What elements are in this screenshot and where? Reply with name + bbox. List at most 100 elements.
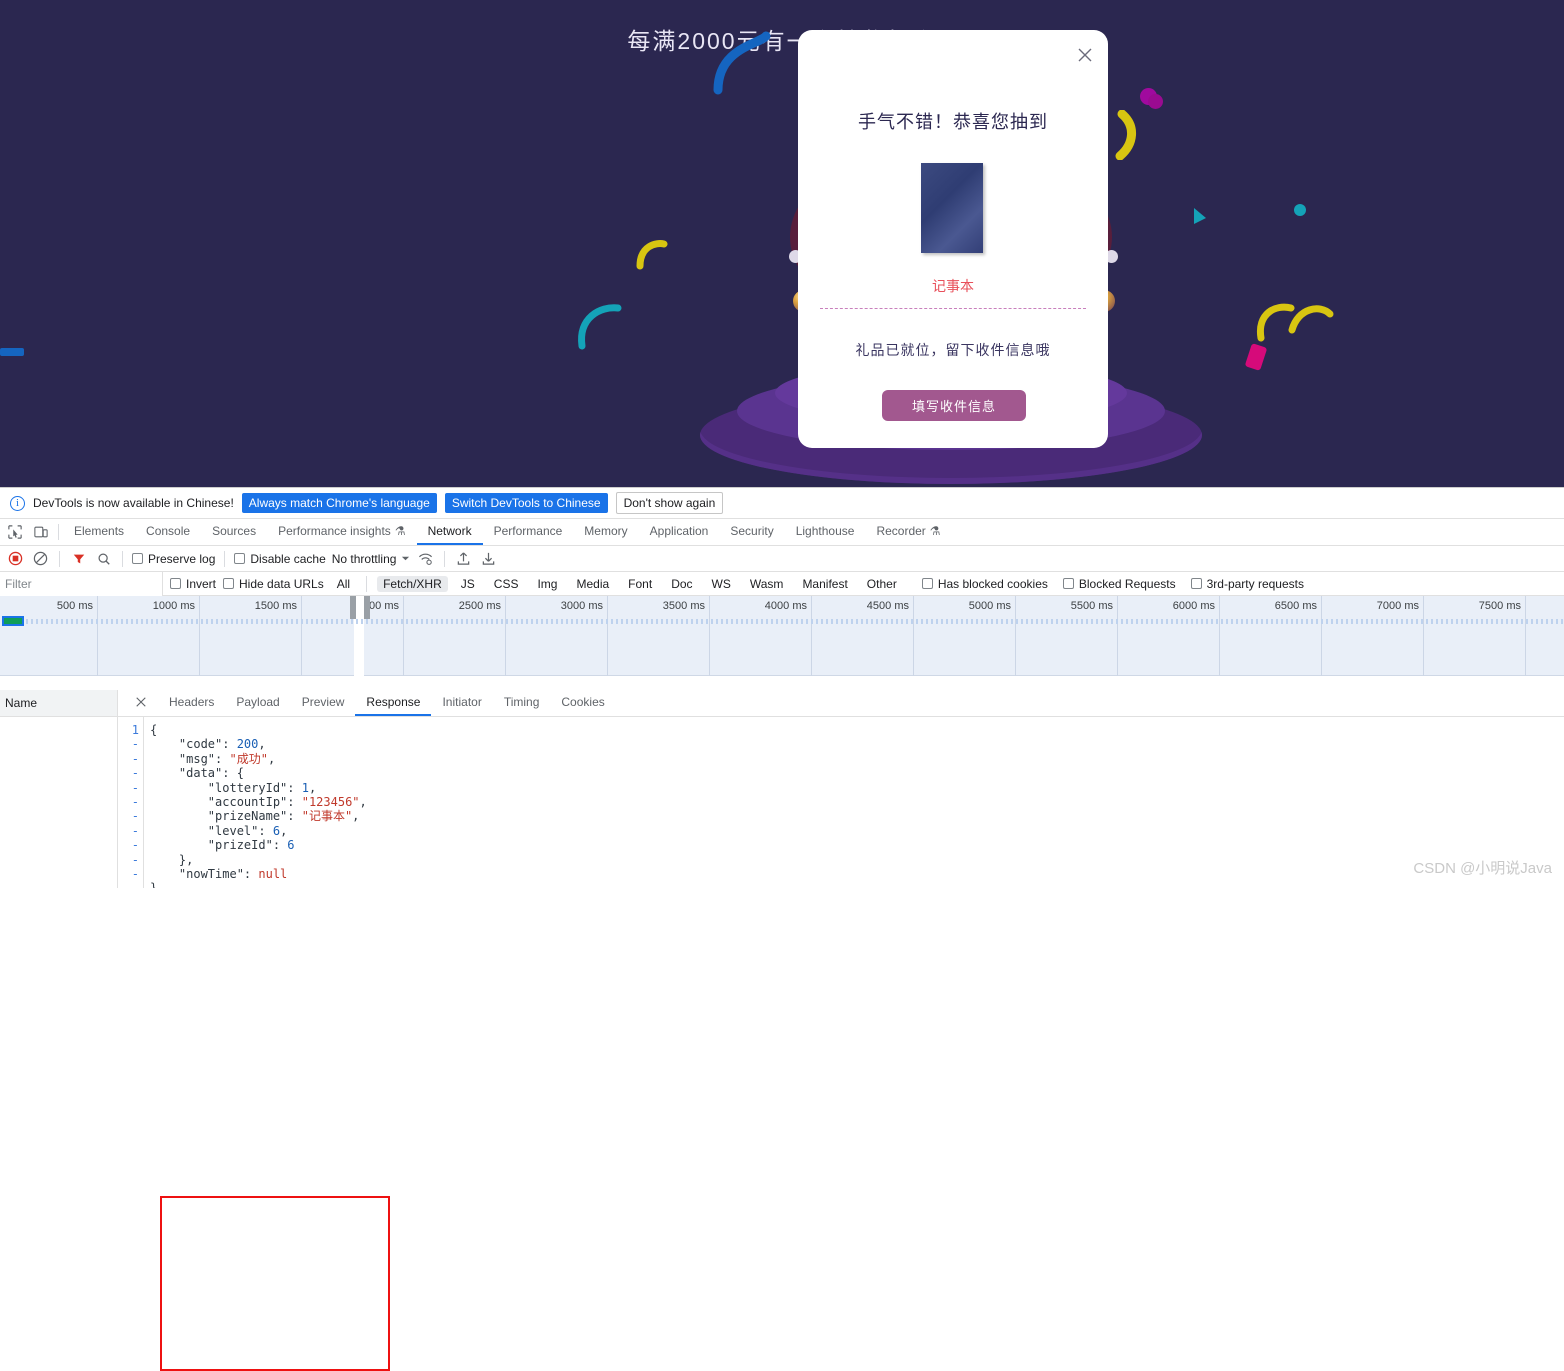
tab-sources[interactable]: Sources [201, 519, 267, 545]
filter-type-img[interactable]: Img [531, 576, 563, 592]
network-filter-row: Invert Hide data URLs All Fetch/XHR JS C… [0, 572, 1564, 596]
tab-console[interactable]: Console [135, 519, 201, 545]
search-icon[interactable] [94, 549, 113, 568]
filter-type-ws[interactable]: WS [706, 576, 737, 592]
filter-type-fetch-xhr[interactable]: Fetch/XHR [377, 576, 448, 592]
tab-label: Console [146, 524, 190, 538]
filter-type-doc[interactable]: Doc [665, 576, 698, 592]
detail-tab-initiator[interactable]: Initiator [431, 690, 492, 716]
confetti-decoration [1190, 204, 1212, 228]
filter-type-all[interactable]: All [331, 576, 356, 592]
detail-tab-preview[interactable]: Preview [291, 690, 356, 716]
tab-performance-insights[interactable]: Performance insights⚗ [267, 519, 416, 545]
preserve-log-label: Preserve log [148, 552, 215, 566]
invert-checkbox[interactable]: Invert [170, 577, 216, 591]
detail-tab-headers[interactable]: Headers [158, 690, 225, 716]
tab-security[interactable]: Security [719, 519, 784, 545]
detail-tab-payload[interactable]: Payload [225, 690, 290, 716]
filter-type-wasm[interactable]: Wasm [744, 576, 790, 592]
checkbox-box [922, 578, 933, 589]
timeline-tick-label: 1500 ms [255, 600, 301, 612]
close-icon[interactable] [1072, 42, 1098, 68]
notice-text: DevTools is now available in Chinese! [33, 496, 234, 510]
tab-network[interactable]: Network [417, 519, 483, 545]
timeline-tick-label: 500 ms [57, 600, 97, 612]
timeline-tick-label: 2500 ms [459, 600, 505, 612]
checkbox-box [223, 578, 234, 589]
detail-tab-response[interactable]: Response [355, 690, 431, 716]
tab-application[interactable]: Application [639, 519, 720, 545]
filter-input[interactable] [0, 572, 163, 596]
tab-label: Elements [74, 524, 124, 538]
filter-type-other[interactable]: Other [861, 576, 903, 592]
blocked-requests-label: Blocked Requests [1079, 577, 1176, 591]
network-toolbar: Preserve log Disable cache No throttling [0, 546, 1564, 572]
timeline-resize-handle[interactable] [364, 596, 370, 619]
toolbar-divider [224, 551, 225, 567]
third-party-requests-checkbox[interactable]: 3rd-party requests [1191, 577, 1304, 591]
network-bottom-area: Name Headers Payload Preview Response In… [0, 690, 1564, 888]
tab-performance[interactable]: Performance [483, 519, 574, 545]
hide-data-urls-label: Hide data URLs [239, 577, 324, 591]
has-blocked-cookies-label: Has blocked cookies [938, 577, 1048, 591]
throttling-value: No throttling [332, 552, 397, 566]
tab-lighthouse[interactable]: Lighthouse [785, 519, 866, 545]
fill-shipping-info-button[interactable]: 填写收件信息 [882, 390, 1026, 421]
device-toolbar-icon[interactable] [28, 519, 54, 545]
confetti-decoration [1148, 94, 1163, 109]
modal-divider [820, 308, 1086, 309]
switch-to-chinese-button[interactable]: Switch DevTools to Chinese [445, 493, 608, 513]
request-name-header[interactable]: Name [0, 690, 117, 717]
response-json-code[interactable]: { "code": 200, "msg": "成功", "data": { "l… [144, 717, 1564, 888]
tab-label: Recorder [876, 524, 925, 538]
request-list-column: Name [0, 690, 118, 888]
network-conditions-icon[interactable] [416, 549, 435, 568]
confetti-decoration [0, 348, 24, 356]
filter-type-css[interactable]: CSS [488, 576, 525, 592]
tab-label: Performance insights [278, 524, 391, 538]
timeline-tick-label: 3000 ms [561, 600, 607, 612]
dont-show-again-button[interactable]: Don't show again [616, 492, 724, 514]
response-body[interactable]: 1----------- { "code": 200, "msg": "成功",… [118, 717, 1564, 888]
disable-cache-checkbox[interactable]: Disable cache [234, 552, 325, 566]
filter-type-js[interactable]: JS [455, 576, 481, 592]
throttling-dropdown[interactable]: No throttling [332, 552, 411, 566]
inspect-element-icon[interactable] [2, 519, 28, 545]
timeline-request-bar[interactable] [2, 616, 24, 626]
record-stop-icon[interactable] [6, 549, 25, 568]
import-har-icon[interactable] [454, 549, 473, 568]
export-har-icon[interactable] [479, 549, 498, 568]
blocked-requests-checkbox[interactable]: Blocked Requests [1063, 577, 1176, 591]
devtools-panel: i DevTools is now available in Chinese! … [0, 487, 1564, 888]
chevron-down-icon [401, 554, 410, 563]
tab-label: Sources [212, 524, 256, 538]
has-blocked-cookies-checkbox[interactable]: Has blocked cookies [922, 577, 1048, 591]
filter-type-manifest[interactable]: Manifest [796, 576, 853, 592]
filter-type-media[interactable]: Media [570, 576, 615, 592]
close-icon[interactable] [124, 690, 158, 716]
confetti-decoration [1290, 200, 1310, 220]
checkbox-box [1063, 578, 1074, 589]
page-background-title: 每满2000元有一次抽奖机会 [0, 22, 1564, 56]
timeline-resize-handle[interactable] [350, 596, 356, 619]
timeline-tick-label: 7000 ms [1377, 600, 1423, 612]
tab-memory[interactable]: Memory [573, 519, 638, 545]
experiment-icon: ⚗ [930, 524, 941, 538]
tab-elements[interactable]: Elements [63, 519, 135, 545]
network-timeline-overview[interactable]: 500 ms 1000 ms 1500 ms 2000 ms 2500 ms 3… [0, 596, 1564, 676]
preserve-log-checkbox[interactable]: Preserve log [132, 552, 215, 566]
detail-tab-cookies[interactable]: Cookies [550, 690, 615, 716]
clear-icon[interactable] [31, 549, 50, 568]
tab-recorder[interactable]: Recorder ⚗ [865, 519, 951, 545]
tab-label: Network [428, 524, 472, 538]
filter-icon[interactable] [69, 549, 88, 568]
filter-type-font[interactable]: Font [622, 576, 658, 592]
detail-tab-timing[interactable]: Timing [493, 690, 551, 716]
timeline-tick-label: 5000 ms [969, 600, 1015, 612]
devtools-tabstrip: Elements Console Sources Performance ins… [0, 519, 1564, 546]
timeline-dotted-band [26, 619, 1564, 624]
always-match-language-button[interactable]: Always match Chrome's language [242, 493, 437, 513]
checkbox-box [1191, 578, 1202, 589]
hide-data-urls-checkbox[interactable]: Hide data URLs [223, 577, 324, 591]
timeline-tick-label: 5500 ms [1071, 600, 1117, 612]
